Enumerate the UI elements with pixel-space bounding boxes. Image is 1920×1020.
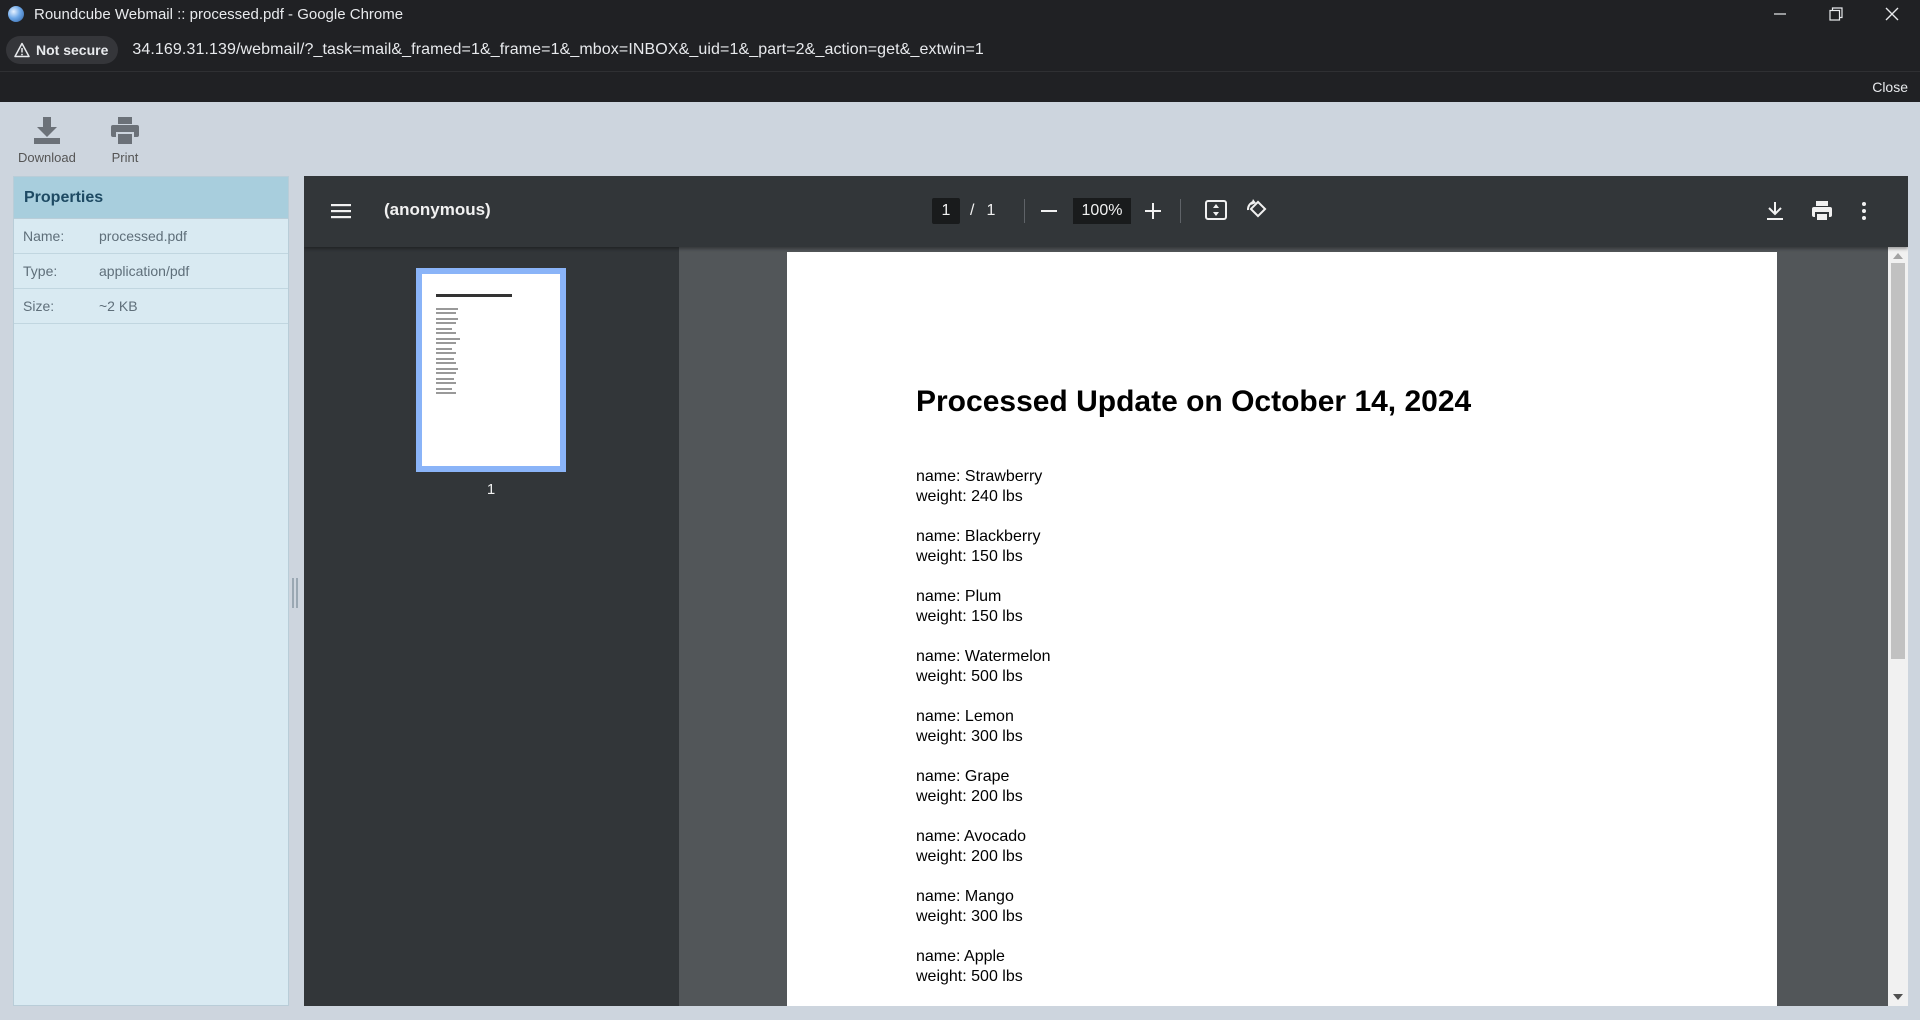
security-indicator[interactable]: Not secure <box>6 35 119 64</box>
url-field[interactable]: 34.169.31.139/webmail/?_task=mail&_frame… <box>132 41 984 59</box>
property-row-type: Type: application/pdf <box>14 254 288 289</box>
security-label: Not secure <box>36 41 109 58</box>
thumbnail-page-number: 1 <box>486 481 496 498</box>
property-value: processed.pdf <box>99 228 187 244</box>
roundcube-favicon-icon <box>8 6 24 22</box>
entry-weight: weight: 500 lbs <box>916 968 1023 985</box>
print-button[interactable]: Print <box>110 116 140 165</box>
entry-name: name: Avocado <box>916 828 1027 845</box>
more-options-icon[interactable] <box>1859 199 1869 223</box>
printer-icon <box>111 117 139 146</box>
restore-button[interactable] <box>1808 0 1864 28</box>
property-key: Name: <box>23 228 65 244</box>
scrollbar-thumb[interactable] <box>1891 263 1905 659</box>
window-title: Roundcube Webmail :: processed.pdf - Goo… <box>34 5 404 23</box>
page-number-input[interactable] <box>932 198 960 224</box>
properties-title: Properties <box>14 177 288 219</box>
entry-weight: weight: 150 lbs <box>916 608 1023 625</box>
entry-name: name: Mango <box>916 888 1014 905</box>
entry-weight: weight: 300 lbs <box>916 908 1023 925</box>
list-item: name: Avocado weight: 200 lbs <box>916 827 1051 887</box>
list-item: name: Grape weight: 200 lbs <box>916 767 1051 827</box>
scroll-down-icon[interactable] <box>1893 994 1903 1000</box>
entry-list: name: Strawberry weight: 240 lbs name: Bl… <box>916 467 1051 1006</box>
restore-icon <box>1829 7 1843 21</box>
download-icon <box>33 117 60 144</box>
list-item: name: Watermelon weight: 500 lbs <box>916 647 1051 707</box>
download-label: Download <box>18 150 76 165</box>
rotate-counterclockwise-icon[interactable] <box>1244 198 1268 222</box>
entry-name: name: Strawberry <box>916 468 1043 485</box>
entry-name: name: Blackberry <box>916 528 1041 545</box>
list-item: name: Plum weight: 150 lbs <box>916 587 1051 647</box>
entry-name: name: Grape <box>916 768 1010 785</box>
entry-weight: weight: 240 lbs <box>916 488 1023 505</box>
toolbar-divider <box>1024 199 1025 223</box>
list-item: name: Strawberry weight: 240 lbs <box>916 467 1051 527</box>
list-item: name: Mango weight: 300 lbs <box>916 887 1051 947</box>
download-icon[interactable] <box>1764 199 1786 223</box>
roundcube-header: Close <box>0 72 1920 102</box>
entry-name: name: Apple <box>916 948 1005 965</box>
menu-icon[interactable] <box>330 200 352 222</box>
entry-weight: weight: 200 lbs <box>916 788 1023 805</box>
zoom-level-input[interactable] <box>1073 198 1131 224</box>
toolbar-divider <box>1180 199 1181 223</box>
property-value: application/pdf <box>99 263 190 279</box>
property-row-name: Name: processed.pdf <box>14 219 288 254</box>
list-item: name: Apple weight: 500 lbs <box>916 947 1051 1006</box>
property-key: Size: <box>23 298 55 314</box>
minimize-icon <box>1774 13 1786 15</box>
properties-panel: Properties Name: processed.pdf Type: app… <box>13 176 289 1006</box>
entry-weight: weight: 300 lbs <box>916 728 1023 745</box>
total-pages: 1 <box>986 202 996 219</box>
panel-resize-handle[interactable] <box>292 578 298 608</box>
list-item: name: Lemon weight: 300 lbs <box>916 707 1051 767</box>
download-button[interactable]: Download <box>18 116 76 165</box>
page-thumbnail[interactable] <box>416 268 566 472</box>
list-item: name: Blackberry weight: 150 lbs <box>916 527 1051 587</box>
minimize-button[interactable] <box>1752 0 1808 28</box>
zoom-out-icon[interactable] <box>1040 200 1058 222</box>
warning-icon <box>14 42 30 57</box>
entry-weight: weight: 500 lbs <box>916 668 1023 685</box>
close-icon <box>1885 7 1899 21</box>
page-navigation: / 1 <box>932 198 995 224</box>
print-label: Print <box>111 150 139 165</box>
window-close-button[interactable] <box>1864 0 1920 28</box>
entry-name: name: Lemon <box>916 708 1014 725</box>
vertical-scrollbar[interactable] <box>1888 247 1908 1006</box>
print-icon[interactable] <box>1810 199 1834 223</box>
entry-name: name: Watermelon <box>916 648 1051 665</box>
browser-title-bar: Roundcube Webmail :: processed.pdf - Goo… <box>0 0 1920 28</box>
page-separator: / <box>970 202 975 219</box>
pdf-viewer: (anonymous) / 1 <box>304 176 1908 1006</box>
scroll-up-icon[interactable] <box>1893 253 1903 259</box>
pdf-page: Processed Update on October 14, 2024 nam… <box>787 252 1777 1006</box>
address-bar: Not secure 34.169.31.139/webmail/?_task=… <box>0 28 1920 72</box>
entry-weight: weight: 150 lbs <box>916 548 1023 565</box>
property-key: Type: <box>23 263 58 279</box>
property-row-size: Size: ~2 KB <box>14 289 288 324</box>
pdf-document-title: (anonymous) <box>384 200 491 219</box>
thumbnail-sidebar: 1 <box>304 247 679 1006</box>
close-link[interactable]: Close <box>1872 79 1908 95</box>
window-controls <box>1752 0 1920 28</box>
entry-name: name: Plum <box>916 588 1002 605</box>
pdf-toolbar: (anonymous) / 1 <box>304 176 1908 247</box>
fit-to-page-icon[interactable] <box>1204 198 1228 222</box>
entry-weight: weight: 200 lbs <box>916 848 1023 865</box>
document-heading: Processed Update on October 14, 2024 <box>916 385 1472 418</box>
property-value: ~2 KB <box>99 298 138 314</box>
zoom-in-icon[interactable] <box>1144 200 1162 222</box>
attachment-toolbar: Download Print <box>0 102 1920 176</box>
